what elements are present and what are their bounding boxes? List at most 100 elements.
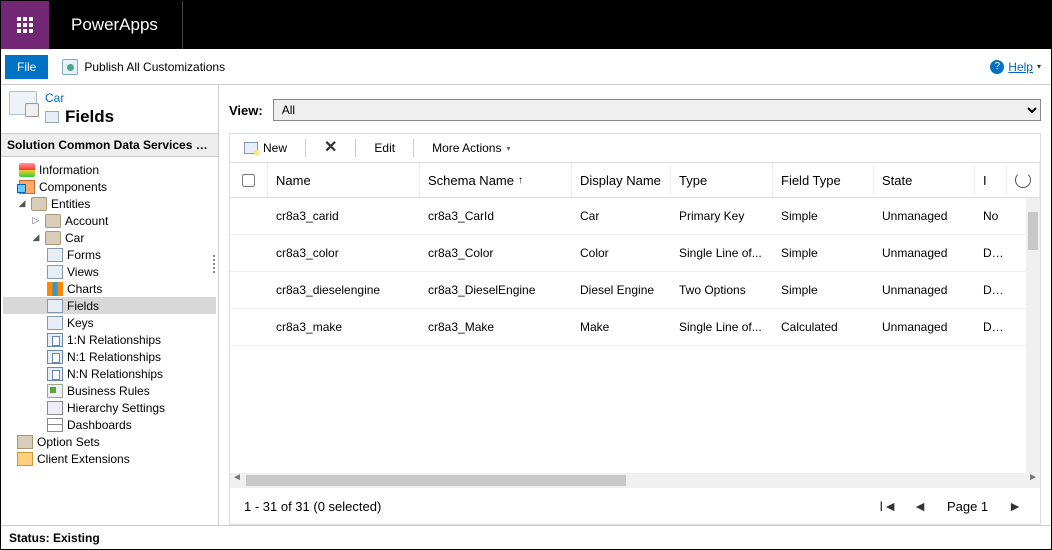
cell-schema: cr8a3_DieselEngine <box>420 272 572 308</box>
cell-type: Two Options <box>671 272 773 308</box>
col-name[interactable]: Name <box>268 163 420 197</box>
tree-business-rules[interactable]: Business Rules <box>3 382 216 399</box>
view-icon <box>47 265 63 279</box>
tree-label: Client Extensions <box>37 452 130 466</box>
select-all-checkbox[interactable] <box>242 174 255 187</box>
col-display[interactable]: Display Name <box>572 163 671 197</box>
cell-cust: No <box>975 198 1007 234</box>
solution-label: Solution Common Data Services Defaul... <box>1 133 218 157</box>
more-label: More Actions <box>432 141 501 155</box>
vertical-scrollbar[interactable] <box>1026 198 1040 473</box>
tree-car[interactable]: ◢ Car <box>3 229 216 246</box>
next-page-button[interactable]: ► <box>1004 498 1026 514</box>
help-label: Help <box>1008 60 1033 74</box>
tree-1n-rel[interactable]: 1:N Relationships <box>3 331 216 348</box>
col-type[interactable]: Type <box>671 163 773 197</box>
brand-name: PowerApps <box>71 15 158 35</box>
tree-nn-rel[interactable]: N:N Relationships <box>3 365 216 382</box>
tree-label: Business Rules <box>67 384 150 398</box>
col-state[interactable]: State <box>874 163 975 197</box>
breadcrumb-entity[interactable]: Car <box>45 91 114 105</box>
toolbar: New ✕ Edit More Actions ▾ <box>229 133 1041 163</box>
new-button[interactable]: New <box>240 139 291 157</box>
relationship-icon <box>47 367 63 381</box>
new-icon <box>244 142 258 154</box>
publish-button[interactable]: Publish All Customizations <box>62 59 225 75</box>
tree-n1-rel[interactable]: N:1 Relationships <box>3 348 216 365</box>
dashboard-icon <box>47 418 63 432</box>
cell-display: Color <box>572 235 671 271</box>
hierarchy-icon <box>47 401 63 415</box>
form-icon <box>47 248 63 262</box>
table-row[interactable]: cr8a3_dieselenginecr8a3_DieselEngineDies… <box>230 272 1040 309</box>
status-bar: Status: Existing <box>1 525 1051 549</box>
grid-header: Name Schema Name ↑ Display Name Type Fiel… <box>230 163 1040 198</box>
first-page-button[interactable]: I◄ <box>875 498 901 514</box>
tree-label: Views <box>67 265 99 279</box>
separator <box>305 139 306 157</box>
tree-dashboards[interactable]: Dashboards <box>3 416 216 433</box>
cell-fieldtype: Simple <box>773 235 874 271</box>
cell-type: Primary Key <box>671 198 773 234</box>
tree-option-sets[interactable]: Option Sets <box>3 433 216 450</box>
col-label: Schema Name <box>428 173 514 188</box>
chart-icon <box>47 282 63 296</box>
cell-name: cr8a3_color <box>268 235 420 271</box>
header-divider <box>182 1 183 49</box>
key-icon <box>47 316 63 330</box>
table-row[interactable]: cr8a3_colorcr8a3_ColorColorSingle Line o… <box>230 235 1040 272</box>
collapse-icon[interactable]: ◢ <box>31 232 41 243</box>
tree-keys[interactable]: Keys <box>3 314 216 331</box>
waffle-icon <box>17 17 33 33</box>
collapse-icon[interactable]: ◢ <box>17 198 27 209</box>
tree-hierarchy[interactable]: Hierarchy Settings <box>3 399 216 416</box>
entity-icon <box>31 197 47 211</box>
more-actions-button[interactable]: More Actions ▾ <box>428 139 514 157</box>
prev-page-button[interactable]: ◄ <box>909 498 931 514</box>
tree-forms[interactable]: Forms <box>3 246 216 263</box>
table-row[interactable]: cr8a3_caridcr8a3_CarIdCarPrimary KeySimp… <box>230 198 1040 235</box>
edit-button[interactable]: Edit <box>370 139 399 157</box>
tree-label: Charts <box>67 282 102 296</box>
expand-icon[interactable]: ▷ <box>31 215 41 226</box>
tree-charts[interactable]: Charts <box>3 280 216 297</box>
page-title: Fields <box>65 107 114 127</box>
delete-button[interactable]: ✕ <box>320 138 341 158</box>
sort-asc-icon: ↑ <box>518 175 523 186</box>
tree-label: Dashboards <box>67 418 132 432</box>
cell-state: Unmanaged <box>874 309 975 345</box>
resize-handle[interactable] <box>210 255 218 273</box>
new-label: New <box>263 141 287 155</box>
help-link[interactable]: ? Help ▾ <box>990 60 1041 74</box>
tree-fields[interactable]: Fields <box>3 297 216 314</box>
table-row[interactable]: cr8a3_makecr8a3_MakeMakeSingle Line of..… <box>230 309 1040 346</box>
tree-client-extensions[interactable]: Client Extensions <box>3 450 216 467</box>
tree-account[interactable]: ▷ Account <box>3 212 216 229</box>
col-fieldtype[interactable]: Field Type <box>773 163 874 197</box>
refresh-icon <box>1015 172 1031 188</box>
refresh-button[interactable] <box>1007 163 1040 197</box>
cell-display: Car <box>572 198 671 234</box>
app-launcher[interactable] <box>1 1 49 49</box>
tree-information[interactable]: ▶ Information <box>3 161 216 178</box>
view-select[interactable]: All <box>273 99 1041 121</box>
breadcrumb: Car Fields <box>1 85 218 133</box>
nav-tree: ▶ Information ▶ Components ◢ Entities ▷ … <box>1 157 218 471</box>
cell-name: cr8a3_make <box>268 309 420 345</box>
cell-type: Single Line of... <box>671 235 773 271</box>
col-cust[interactable]: I <box>975 163 1007 197</box>
business-rules-icon <box>47 384 63 398</box>
separator <box>355 139 356 157</box>
file-button[interactable]: File <box>5 55 48 79</box>
col-schema[interactable]: Schema Name ↑ <box>420 163 572 197</box>
cell-schema: cr8a3_CarId <box>420 198 572 234</box>
tree-components[interactable]: ▶ Components <box>3 178 216 195</box>
help-icon: ? <box>990 60 1004 74</box>
data-grid: Name Schema Name ↑ Display Name Type Fiel… <box>229 163 1041 525</box>
tree-entities[interactable]: ◢ Entities <box>3 195 216 212</box>
tree-views[interactable]: Views <box>3 263 216 280</box>
select-all-header[interactable] <box>230 163 268 197</box>
chevron-down-icon: ▾ <box>1037 62 1041 71</box>
tree-label: N:1 Relationships <box>67 350 161 364</box>
horizontal-scrollbar[interactable] <box>230 473 1040 488</box>
